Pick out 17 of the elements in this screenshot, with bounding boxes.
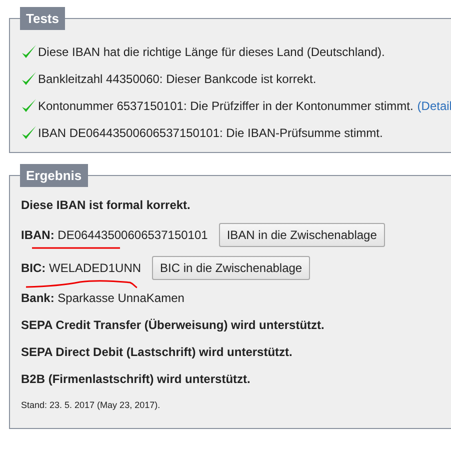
- test-result: Bankleitzahl 44350060: Dieser Bankcode ist korrekt.: [38, 72, 316, 86]
- feature-note: SEPA Credit Transfer (Überweisung) wird unterstützt.: [21, 316, 326, 334]
- test-result: Diese IBAN hat die richtige Länge für dieses Land (Deutschland).: [38, 44, 385, 58]
- bic-value: BIC: WELADED1UNN: [21, 260, 142, 274]
- details-link[interactable]: (Detail: [417, 98, 451, 112]
- test-result: Kontonummer 6537150101: Die Prüfziffer in der Kontonummer stimmt.: [38, 98, 414, 112]
- iban-value: IBAN: DE06443500606537150101: [21, 228, 208, 242]
- copy-bic-button[interactable]: BIC in die Zwischenablage: [152, 256, 310, 280]
- bank-name: Bank: Sparkasse UnnaKamen: [21, 290, 184, 304]
- feature-note: B2B (Firmenlastschrift) wird unterstützt.: [21, 370, 252, 388]
- date-note: Stand: 23. 5. 2017 (May 23, 2017).: [21, 399, 162, 412]
- result-summary: Diese IBAN ist formal korrekt.: [21, 196, 192, 214]
- feature-note: SEPA Direct Debit (Lastschrift) wird unterstützt.: [21, 344, 294, 360]
- panel-legend: Tests: [20, 7, 65, 30]
- test-result: IBAN DE06443500606537150101: Die IBAN-Prüfsumme stimmt.: [38, 126, 383, 140]
- panel-legend: Ergebnis: [20, 164, 88, 187]
- copy-iban-button[interactable]: IBAN in die Zwischenablage: [218, 222, 385, 246]
